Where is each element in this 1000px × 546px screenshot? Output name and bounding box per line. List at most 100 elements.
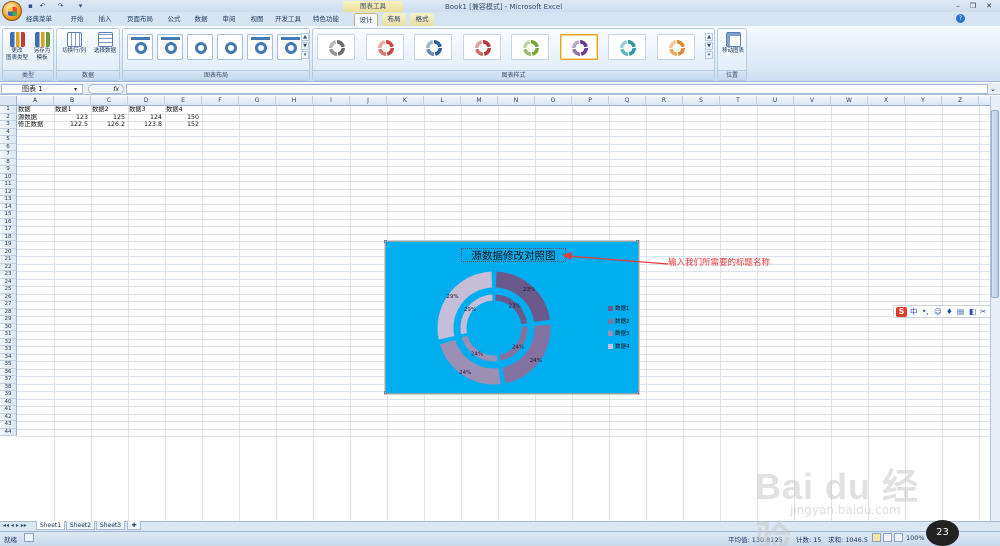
column-header[interactable]: G <box>239 96 276 106</box>
tab-3[interactable]: 页面布局 <box>120 13 160 26</box>
help-icon[interactable]: ? <box>956 14 965 23</box>
table-cell[interactable]: 数据1 <box>55 106 90 114</box>
row-header[interactable]: 33 <box>0 346 17 354</box>
layout-item-2[interactable] <box>157 34 183 60</box>
table-cell[interactable]: 修正数据 <box>18 121 53 129</box>
redo-icon[interactable]: ↷ <box>56 2 65 10</box>
layout-scroll-down-icon[interactable]: ▼ <box>301 42 309 50</box>
row-header[interactable]: 42 <box>0 413 17 421</box>
row-header[interactable]: 29 <box>0 316 17 324</box>
column-header[interactable]: S <box>683 96 720 106</box>
column-header[interactable]: L <box>424 96 461 106</box>
mic-icon[interactable]: ♦ <box>946 307 953 317</box>
select-data-button[interactable]: 选择数据 <box>90 32 120 68</box>
table-cell[interactable]: 数据3 <box>129 106 164 114</box>
vertical-scroll-thumb[interactable] <box>991 110 999 298</box>
table-cell[interactable]: 123 <box>55 114 90 122</box>
table-cell[interactable]: 124 <box>129 114 164 122</box>
switch-row-column-button[interactable]: 切换行/列 <box>59 32 89 68</box>
row-header[interactable]: 16 <box>0 218 17 226</box>
column-header[interactable]: O <box>535 96 572 106</box>
table-cell[interactable]: 数据2 <box>92 106 127 114</box>
insert-sheet-icon[interactable]: ✚ <box>127 521 141 530</box>
layout-more-icon[interactable]: ▾ <box>301 51 309 59</box>
column-header[interactable]: B <box>54 96 91 106</box>
resize-handle-se[interactable] <box>636 391 639 394</box>
row-header[interactable]: 8 <box>0 158 17 166</box>
ime-mode-label[interactable]: 中 <box>910 307 918 317</box>
row-header[interactable]: 9 <box>0 166 17 174</box>
save-as-template-button[interactable]: 另存为 模板 <box>29 32 55 68</box>
tab-7[interactable]: 视图 <box>244 13 270 26</box>
tab-10[interactable]: 设计 <box>354 13 378 26</box>
page-break-view-icon[interactable] <box>894 533 903 542</box>
tab-9[interactable]: 特色功能 <box>306 13 346 26</box>
move-chart-button[interactable]: 移动图表 <box>720 32 746 68</box>
row-header[interactable]: 23 <box>0 271 17 279</box>
emoji-icon[interactable]: ☺ <box>934 307 942 317</box>
row-header[interactable]: 18 <box>0 233 17 241</box>
row-header[interactable]: 30 <box>0 323 17 331</box>
table-cell[interactable]: 数据 <box>18 106 53 114</box>
row-header[interactable]: 11 <box>0 181 17 189</box>
row-header[interactable]: 1 <box>0 106 17 114</box>
macro-record-icon[interactable] <box>24 533 34 542</box>
sheet-nav-icon[interactable]: ◂◂ ◂ ▸ ▸▸ <box>3 522 27 529</box>
tab-6[interactable]: 审阅 <box>216 13 242 26</box>
save-icon[interactable]: ▪ <box>26 2 35 10</box>
keyboard-icon[interactable]: ▤ <box>957 307 964 317</box>
styles-scroll-down-icon[interactable]: ▼ <box>705 42 713 50</box>
tab-4[interactable]: 公式 <box>162 13 186 26</box>
row-header[interactable]: 10 <box>0 173 17 181</box>
chart-style-item[interactable] <box>414 34 452 60</box>
row-header[interactable]: 27 <box>0 301 17 309</box>
tab-1[interactable]: 开始 <box>64 13 90 26</box>
row-header[interactable]: 20 <box>0 248 17 256</box>
column-header[interactable]: F <box>202 96 239 106</box>
row-header[interactable]: 38 <box>0 383 17 391</box>
row-header[interactable]: 6 <box>0 143 17 151</box>
resize-handle-sw[interactable] <box>384 391 387 394</box>
minimize-icon[interactable]: – <box>953 2 963 10</box>
table-cell[interactable]: 125 <box>92 114 127 122</box>
row-header[interactable]: 39 <box>0 391 17 399</box>
resize-handle-nw[interactable] <box>384 240 387 243</box>
row-header[interactable]: 4 <box>0 128 17 136</box>
row-header[interactable]: 19 <box>0 241 17 249</box>
row-header[interactable]: 25 <box>0 286 17 294</box>
layout-item-4[interactable] <box>217 34 243 60</box>
row-header[interactable]: 3 <box>0 121 17 129</box>
customize-icon[interactable]: ▾ <box>76 2 85 10</box>
page-layout-view-icon[interactable] <box>883 533 892 542</box>
row-header[interactable]: 44 <box>0 428 17 436</box>
sheet-tab[interactable]: Sheet1 <box>36 521 65 530</box>
row-header[interactable]: 22 <box>0 263 17 271</box>
tab-11[interactable]: 布局 <box>382 13 406 26</box>
row-header[interactable]: 43 <box>0 421 17 429</box>
row-header[interactable]: 5 <box>0 136 17 144</box>
tools-icon[interactable]: ✂ <box>980 307 986 317</box>
chart-style-item[interactable] <box>559 34 598 60</box>
column-header[interactable]: M <box>461 96 498 106</box>
chart-style-item[interactable] <box>462 34 501 60</box>
name-box-dropdown-icon[interactable]: ▾ <box>74 86 77 93</box>
tab-0[interactable]: 经典菜单 <box>18 13 60 26</box>
row-header[interactable]: 2 <box>0 113 17 121</box>
close-icon[interactable]: ✕ <box>984 2 994 10</box>
column-header[interactable]: Y <box>905 96 942 106</box>
column-header[interactable]: N <box>498 96 535 106</box>
column-header[interactable]: D <box>128 96 165 106</box>
sheet-tab[interactable]: Sheet3 <box>96 521 125 530</box>
table-cell[interactable]: 源数据 <box>18 114 53 122</box>
pinyin-s-icon[interactable]: S <box>896 307 907 317</box>
row-header[interactable]: 34 <box>0 353 17 361</box>
row-header[interactable]: 14 <box>0 203 17 211</box>
column-header[interactable]: C <box>91 96 128 106</box>
row-header[interactable]: 13 <box>0 196 17 204</box>
tab-8[interactable]: 开发工具 <box>272 13 304 26</box>
skin-icon[interactable]: ◧ <box>969 307 976 317</box>
column-header[interactable]: T <box>720 96 757 106</box>
row-header[interactable]: 7 <box>0 151 17 159</box>
chart-style-item[interactable] <box>608 34 646 60</box>
insert-function-button[interactable]: fx <box>88 84 124 94</box>
